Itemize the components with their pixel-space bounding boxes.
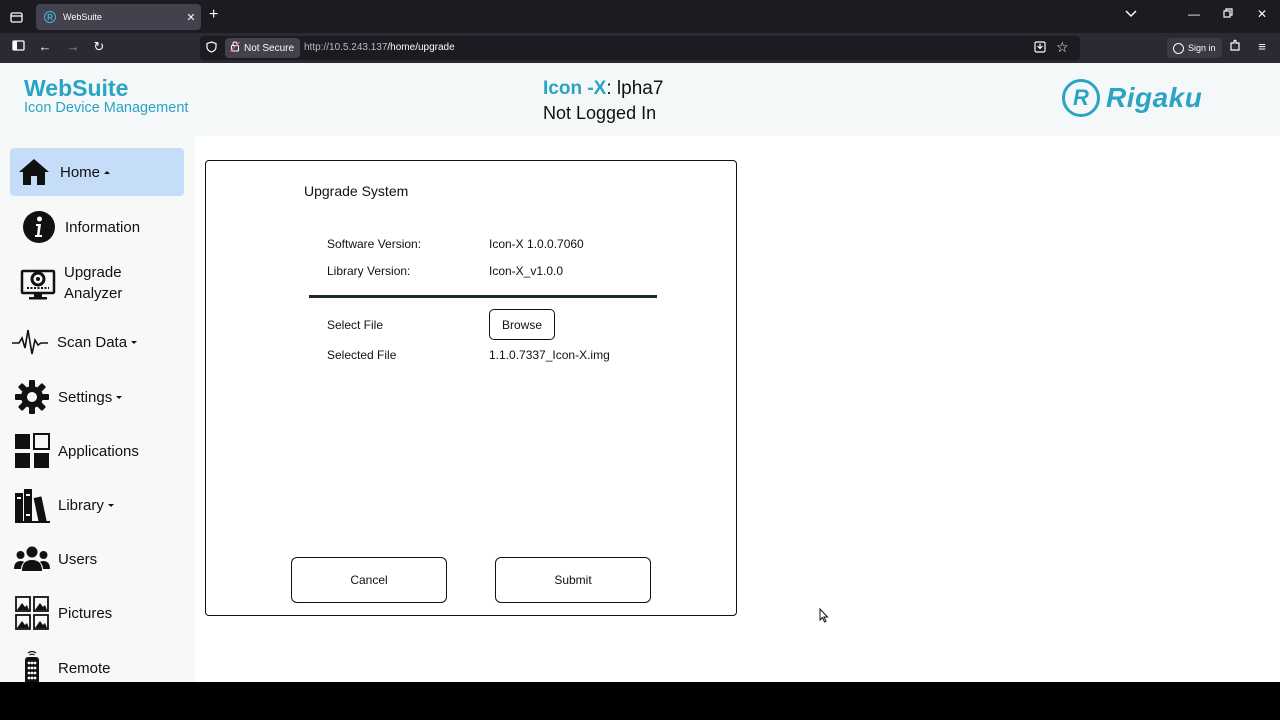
software-version-label: Software Version:	[327, 237, 422, 251]
url-path: /home/upgrade	[387, 42, 455, 53]
selected-file-value: 1.1.0.7337_Icon-X.img	[489, 348, 610, 362]
browser-nav-bar: ← → ↻ Not Secure http://10.5.243.137/hom…	[0, 33, 1280, 63]
forward-arrow-icon[interactable]: →	[64, 39, 82, 54]
reload-icon[interactable]: ↻	[90, 39, 108, 55]
rigaku-logo: R Rigaku	[1062, 79, 1202, 117]
tab-title: WebSuite	[63, 12, 102, 22]
sidebar-item-label: Information	[65, 218, 141, 236]
sidebar-item-label: Library	[58, 496, 104, 514]
select-file-label: Select File	[327, 318, 384, 332]
info-icon	[21, 209, 57, 245]
url-host: http://10.5.243.137	[304, 42, 388, 53]
panel-title: Upgrade System	[304, 183, 409, 199]
gear-icon	[14, 379, 50, 415]
cancel-button[interactable]: Cancel	[291, 557, 447, 603]
url-text[interactable]: http://10.5.243.137/home/upgrade	[304, 42, 455, 53]
upgrade-system-panel: Upgrade System Software Version: Icon-X …	[205, 160, 737, 616]
browser-tab-websuite[interactable]: R WebSuite ✕	[36, 4, 201, 30]
library-version-label: Library Version:	[327, 264, 411, 278]
sidebar-item-label: Upgrade	[64, 264, 122, 281]
sidebar-item-label: Remote	[58, 659, 111, 677]
sidebar-item-label: Applications	[58, 442, 139, 460]
caret-down-icon	[131, 340, 138, 344]
close-tab-icon[interactable]: ✕	[181, 11, 201, 24]
page-viewport: WebSuite Icon Device Management Icon -X:…	[0, 63, 1280, 682]
sidebar-item-label: Scan Data	[57, 333, 128, 351]
section-divider	[309, 295, 657, 298]
tab-overview-icon[interactable]	[6, 7, 26, 27]
sidebar-item-label: Settings	[58, 388, 113, 406]
software-version-value: Icon-X 1.0.0.7060	[489, 237, 584, 251]
browse-button[interactable]: Browse	[489, 309, 555, 340]
mouse-cursor-icon	[819, 607, 829, 628]
app-header: WebSuite Icon Device Management Icon -X:…	[0, 63, 1280, 136]
device-model: Icon -X	[543, 78, 607, 99]
minimize-window-icon[interactable]: —	[1184, 7, 1204, 21]
sidebar-item-upgrade-analyzer[interactable]: Upgrade Analyzer	[10, 258, 184, 308]
waveform-icon	[10, 324, 50, 360]
screen-bottom-bar	[0, 682, 1280, 720]
menu-icon[interactable]: ≡	[1253, 39, 1271, 54]
bookmark-star-icon[interactable]: ☆	[1056, 39, 1069, 56]
device-id: : lpha7	[606, 78, 664, 99]
submit-button[interactable]: Submit	[495, 557, 651, 603]
not-secure-badge[interactable]: Not Secure	[225, 38, 301, 58]
new-tab-icon[interactable]: +	[209, 6, 218, 24]
back-arrow-icon[interactable]: ←	[36, 39, 54, 54]
extensions-icon[interactable]	[1226, 39, 1244, 54]
sidebar: Home Information Upgrade Analyzer Scan Da…	[0, 136, 195, 682]
sidebar-item-remote[interactable]: Remote	[10, 648, 184, 682]
sidebar-item-scan-data[interactable]: Scan Data	[10, 324, 184, 360]
pictures-icon	[14, 595, 50, 631]
list-tabs-chevron-icon[interactable]	[1121, 7, 1141, 21]
account-icon	[1173, 42, 1184, 54]
caret-down-icon	[107, 503, 114, 507]
rigaku-logo-mark-icon: R	[1062, 79, 1100, 117]
home-icon	[16, 154, 52, 190]
sidebar-item-users[interactable]: Users	[10, 540, 184, 578]
sidebar-item-library[interactable]: Library	[10, 486, 184, 524]
caret-up-icon	[104, 170, 111, 174]
restore-window-icon[interactable]	[1218, 7, 1238, 21]
sidebar-item-label: Home	[60, 163, 101, 181]
device-name: Icon -X: lpha7	[543, 78, 663, 100]
brand-title[interactable]: WebSuite	[24, 75, 128, 102]
close-window-icon[interactable]: ✕	[1252, 7, 1272, 21]
sidebar-item-label: Users	[58, 550, 98, 568]
sidebar-item-settings[interactable]: Settings	[10, 377, 184, 417]
sidebar-item-pictures[interactable]: Pictures	[10, 594, 184, 632]
library-version-value: Icon-X_v1.0.0	[489, 264, 564, 278]
sidebar-item-label: Pictures	[58, 604, 113, 622]
sidebar-item-home[interactable]: Home	[10, 148, 184, 196]
insecure-lock-icon	[230, 41, 240, 55]
caret-down-icon	[116, 395, 123, 399]
brand-subtitle: Icon Device Management	[24, 100, 189, 116]
shield-icon[interactable]	[206, 41, 217, 56]
sign-in-button[interactable]: Sign in	[1167, 38, 1222, 58]
sidebar-item-information[interactable]: Information	[10, 206, 184, 248]
upgrade-analyzer-icon	[20, 265, 56, 301]
grid-icon	[14, 433, 50, 469]
not-secure-label: Not Secure	[244, 42, 295, 54]
websuite-favicon-icon: R	[44, 11, 56, 23]
sidebar-item-label-line2: Analyzer	[64, 285, 123, 302]
sidebar-item-label-wrap: Upgrade Analyzer	[64, 262, 122, 304]
sidebar-item-applications[interactable]: Applications	[10, 432, 184, 470]
sidebar-toggle-icon[interactable]	[9, 39, 27, 54]
users-icon	[14, 541, 50, 577]
rigaku-logo-text: Rigaku	[1106, 82, 1203, 113]
sign-in-label: Sign in	[1188, 43, 1216, 53]
browser-tab-bar: R WebSuite ✕ + — ✕	[0, 0, 1280, 33]
books-icon	[14, 487, 50, 523]
url-bar[interactable]: Not Secure http://10.5.243.137/home/upgr…	[200, 36, 1080, 60]
save-page-icon[interactable]	[1034, 41, 1046, 56]
selected-file-label: Selected File	[327, 348, 397, 362]
remote-icon	[14, 650, 50, 682]
login-status: Not Logged In	[543, 103, 657, 123]
